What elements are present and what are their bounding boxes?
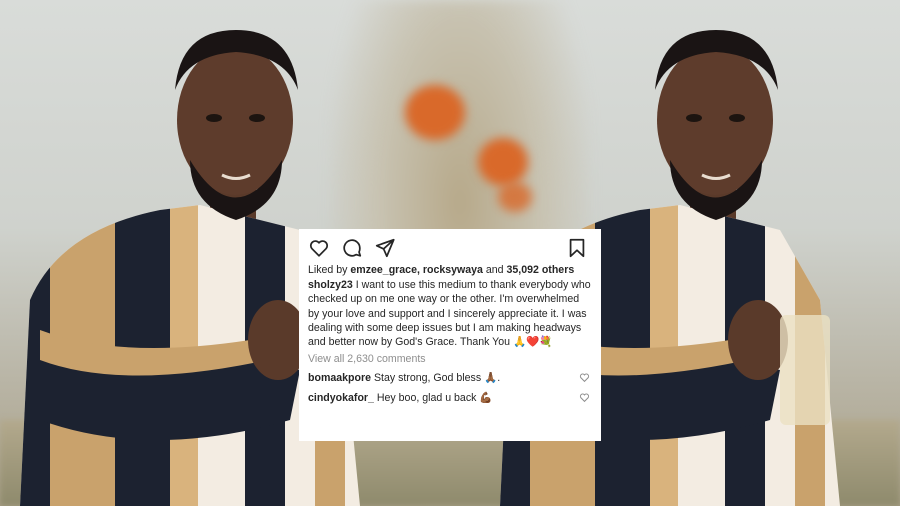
heart-icon[interactable] xyxy=(308,237,330,259)
likes-middle: and xyxy=(482,264,507,276)
comment-text: Stay strong, God bless 🙏🏾. xyxy=(371,372,501,385)
instagram-post-card: Liked by emzee_grace, rocksywaya and 35,… xyxy=(299,229,601,441)
likes-prefix: Liked by xyxy=(308,264,351,276)
comment-item: cindyokafor_ Hey boo, glad u back 💪🏾 xyxy=(308,391,592,405)
view-all-comments-link[interactable]: View all 2,630 comments xyxy=(308,352,592,366)
liked-by-users[interactable]: emzee_grace, rocksywaya xyxy=(350,264,483,276)
likes-count[interactable]: 35,092 others xyxy=(506,264,574,276)
comment-username[interactable]: cindyokafor_ xyxy=(308,392,374,404)
comment-icon[interactable] xyxy=(341,237,363,259)
post-actions xyxy=(308,235,592,261)
bookmark-icon[interactable] xyxy=(566,237,588,259)
likes-summary[interactable]: Liked by emzee_grace, rocksywaya and 35,… xyxy=(308,263,592,277)
comment-item: bomaakpore Stay strong, God bless 🙏🏾. xyxy=(308,371,592,385)
share-icon[interactable] xyxy=(374,237,396,259)
caption-username[interactable]: sholzy23 xyxy=(308,279,353,291)
comment-username[interactable]: bomaakpore xyxy=(308,372,371,384)
comment-like-heart-icon[interactable] xyxy=(579,372,590,383)
comment-text: Hey boo, glad u back 💪🏾 xyxy=(373,391,493,404)
comment-like-heart-icon[interactable] xyxy=(579,392,590,403)
post-caption: sholzy23 I want to use this medium to th… xyxy=(308,278,592,349)
